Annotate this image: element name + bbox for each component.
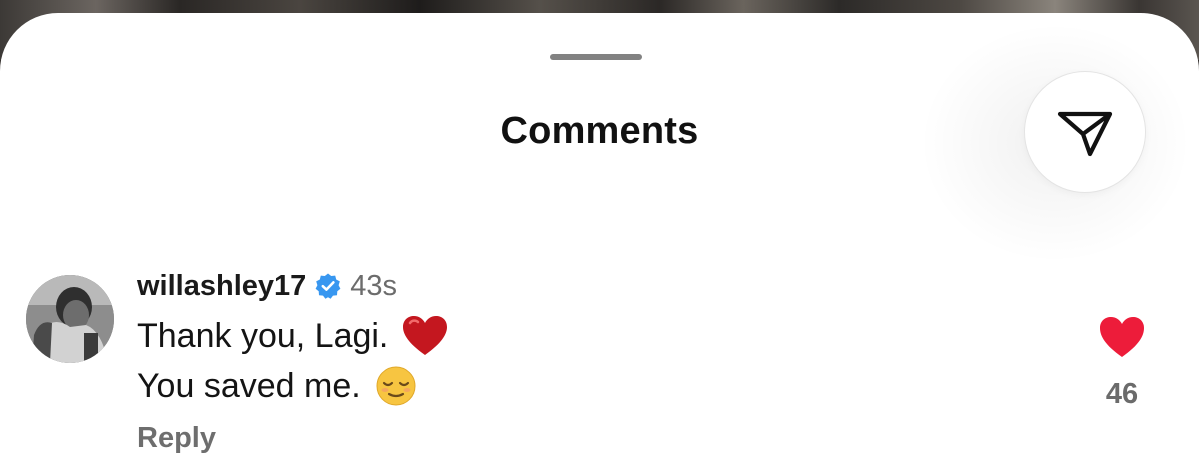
drag-handle[interactable] xyxy=(550,54,642,60)
verified-badge-icon xyxy=(315,273,341,299)
avatar[interactable] xyxy=(26,275,114,363)
reply-button[interactable]: Reply xyxy=(137,422,216,455)
relieved-face-emoji-icon xyxy=(376,366,416,406)
comment-text-line-1: Thank you, Lagi. xyxy=(137,314,448,358)
like-heart-icon[interactable] xyxy=(1098,315,1146,359)
send-icon xyxy=(1057,111,1113,157)
red-heart-emoji-icon xyxy=(403,316,448,355)
comment-text: You saved me. xyxy=(137,366,361,405)
comment-text: Thank you, Lagi. xyxy=(137,316,389,355)
like-count: 46 xyxy=(1105,378,1139,410)
comment-username[interactable]: willashley17 xyxy=(137,270,306,303)
avatar-image xyxy=(26,275,114,363)
comment-text-line-2: You saved me. xyxy=(137,364,417,408)
share-button[interactable] xyxy=(1024,71,1146,193)
comment-timestamp: 43s xyxy=(350,269,398,302)
comment-header: willashley17 43s xyxy=(137,266,397,306)
